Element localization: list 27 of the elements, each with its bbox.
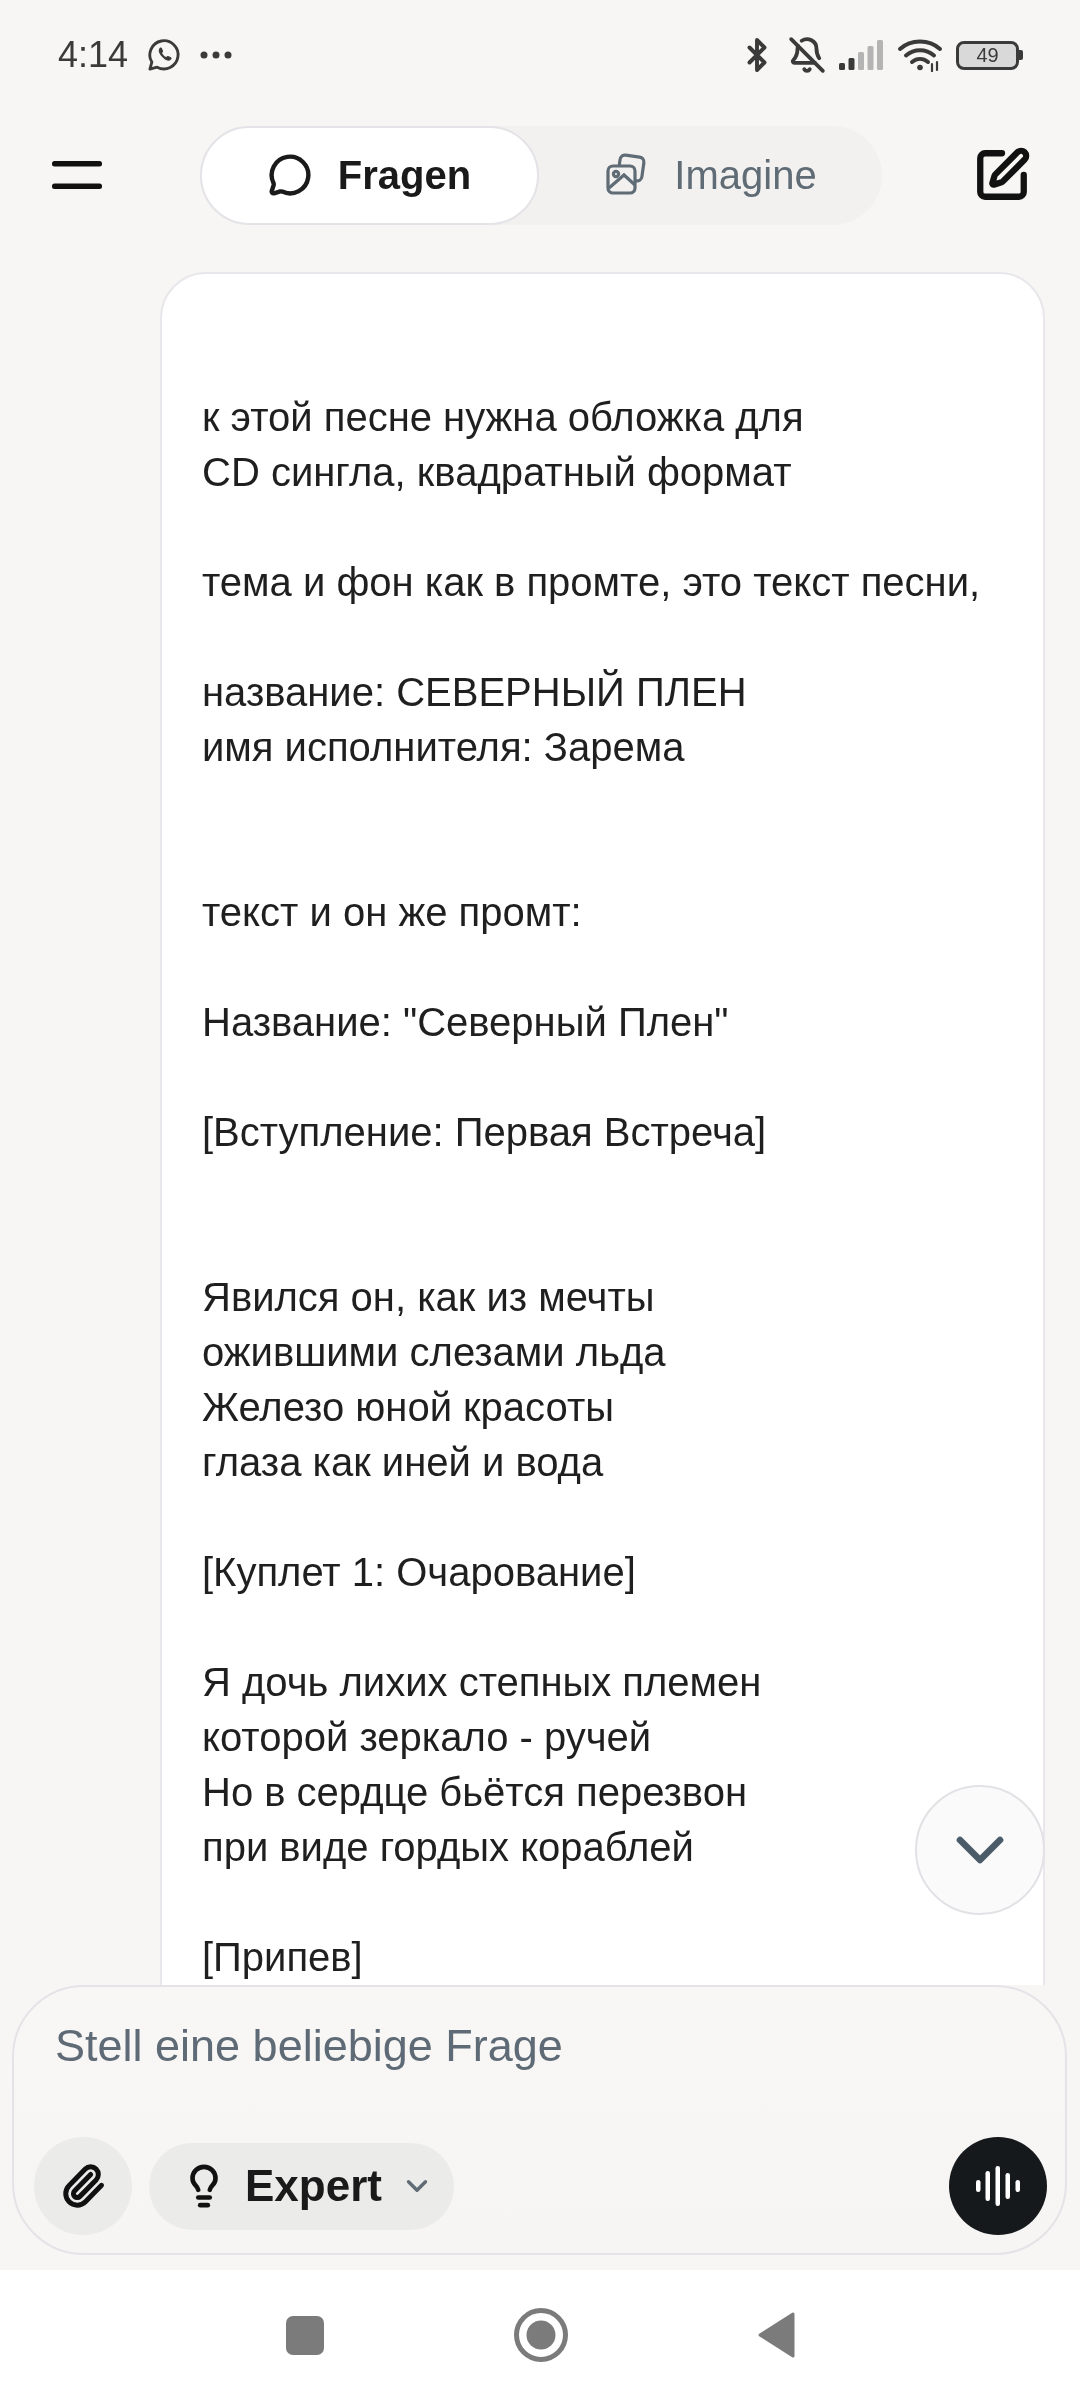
back-icon[interactable]	[757, 2312, 795, 2358]
time-text: 4:14	[58, 34, 129, 76]
speech-bubble-icon	[267, 153, 312, 197]
message-paragraph: Явился он, как из мечты ожившими слезами льда Железо юной красоты глаза как иней и вода	[202, 1274, 666, 1486]
wifi-icon	[897, 38, 943, 72]
square-icon[interactable]	[285, 2315, 324, 2355]
message-paragraph: [Припев]	[202, 1934, 363, 1981]
tab[interactable]: Fragen	[200, 125, 539, 225]
message-paragraph: тема и фон как в промте, это текст песни,	[202, 559, 981, 606]
message-paragraph: [Вступление: Первая Встреча]	[202, 1109, 767, 1156]
home-icon[interactable]	[513, 2308, 568, 2362]
message-paragraph: Я дочь лихих степных племен которой зеркало - ручей Но в сердце бьётся перезвон при виде гордых кораблей	[202, 1659, 762, 1871]
paperclip-icon	[60, 2163, 106, 2209]
tab[interactable]: Imagine	[539, 125, 882, 225]
message-input[interactable]: Stell eine beliebige Frage	[55, 2013, 975, 2079]
message-paragraph: [Куплет 1: Очарование]	[202, 1549, 636, 1596]
more-icon	[200, 51, 233, 59]
message-paragraph: к этой песне нужна обложка для CD сингла, квадратный формат	[202, 394, 804, 496]
waveform-icon	[976, 2166, 1020, 2206]
message-paragraph: Название: "Северный Плен"	[202, 999, 729, 1046]
menu-icon[interactable]	[52, 161, 102, 189]
message-paragraph: текст и он же промт:	[202, 889, 582, 936]
signal-icon	[839, 40, 884, 70]
battery-indicator: 49	[956, 40, 1023, 70]
message-paragraph: название: СЕВЕРНЫЙ ПЛЕН имя исполнителя: Зарема	[202, 668, 747, 771]
bell-off-icon	[788, 36, 826, 74]
mode-dropdown-button[interactable]: Expert	[149, 2142, 454, 2230]
